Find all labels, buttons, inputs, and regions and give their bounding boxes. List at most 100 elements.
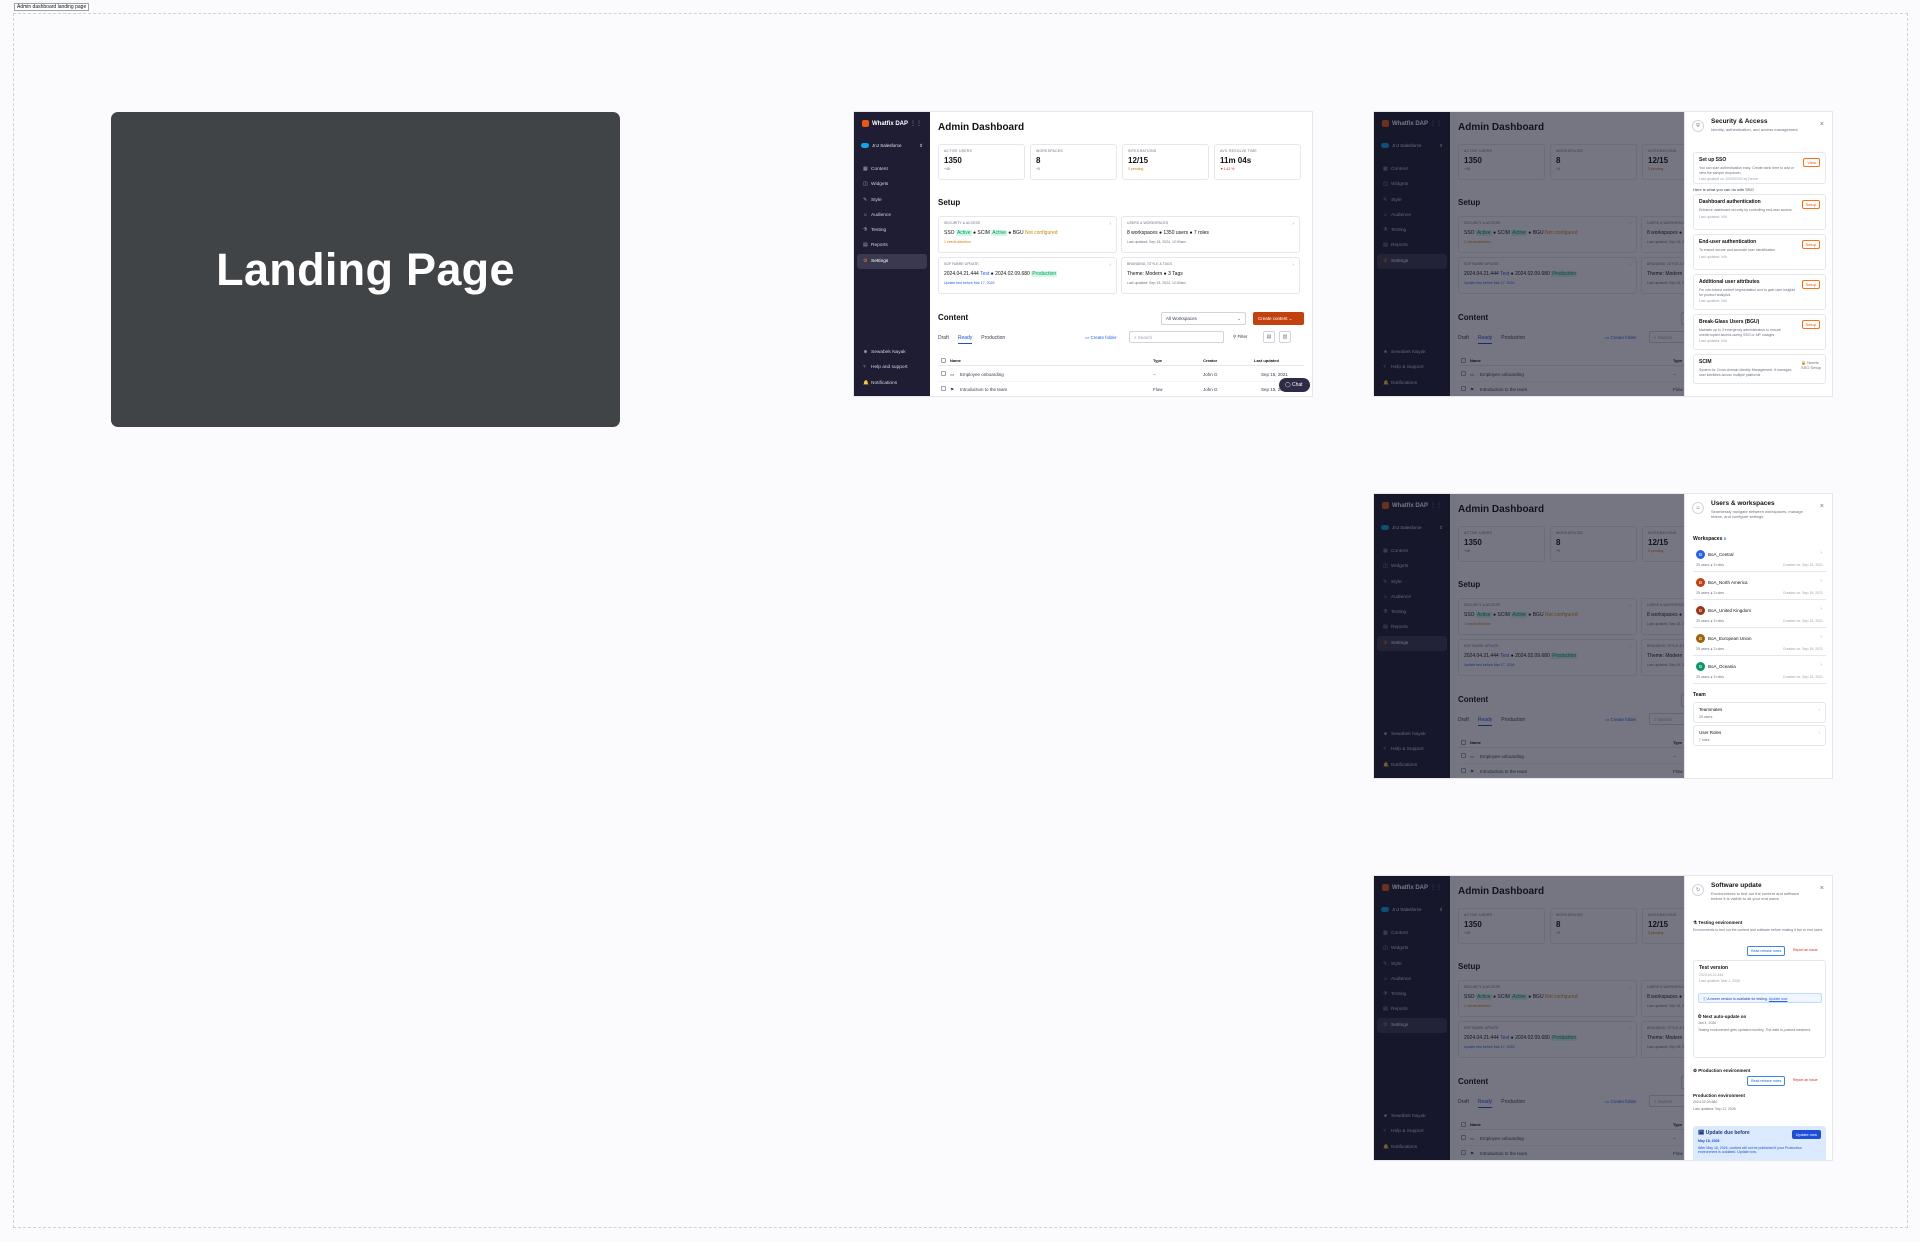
security-item[interactable]: Break-Glass Users (BGU) Maintain up to 3 …: [1693, 314, 1826, 350]
workspace-name: BoA_North America: [1708, 580, 1748, 585]
stat-card[interactable]: INTEGRATIONS 12/15 3 pending: [1122, 144, 1209, 180]
chevron-down-icon: ⌄: [1237, 316, 1241, 321]
sso-card[interactable]: Set up SSO You can start authentication e…: [1693, 152, 1826, 184]
team-item[interactable]: User Roles 7 roles ›: [1693, 725, 1826, 746]
setup-button[interactable]: Setup: [1801, 320, 1820, 329]
setup-card-users[interactable]: USERS & WORKSPACES › 8 workspaces ● 1350 u…: [1121, 216, 1300, 253]
chat-button[interactable]: ◯ Chat: [1279, 378, 1310, 392]
tab-ready[interactable]: Ready: [957, 335, 973, 344]
security-panel-screen: Whatfix DAP ⋮⋮ JnJ Salesforce⇕ ▦Content◫…: [1374, 112, 1832, 396]
tab-production[interactable]: Production: [981, 335, 1005, 344]
setup-button[interactable]: Setup: [1801, 280, 1820, 289]
org-switcher[interactable]: JnJ Salesforce ⇕: [861, 143, 923, 149]
table-header: Name Type Creator Last updated: [938, 355, 1304, 366]
report-issue-link[interactable]: Report an issue: [1793, 1078, 1818, 1082]
column-header[interactable]: Name: [950, 358, 961, 363]
workspace-select-value: All Workspaces: [1166, 316, 1197, 321]
workspace-item[interactable]: B BoA_North America › 25 users ● 3 roles Cre…: [1693, 574, 1826, 600]
view-toggle-icon[interactable]: ▤: [1263, 331, 1275, 343]
alert-desc: After May 18, 2026, content will not be …: [1698, 1146, 1802, 1154]
card-label: SOFTWARE UPDATE: [944, 262, 979, 266]
production-version-title: Production environment: [1693, 1093, 1746, 1098]
version: 2024.04.21.444: [944, 271, 979, 277]
sidebar-footer-item[interactable]: 🔔Notifications: [857, 376, 927, 391]
sidebar-item-widgets[interactable]: ◫Widgets: [857, 177, 927, 192]
landing-page-placeholder[interactable]: Landing Page: [111, 112, 620, 427]
card-label: BRANDING, STYLE & TAGS: [1127, 262, 1172, 266]
workspace-meta: 25 users ● 3 roles: [1696, 675, 1724, 679]
setup-button[interactable]: Setup: [1801, 200, 1820, 209]
overlay-scrim[interactable]: [1374, 494, 1684, 778]
columns-icon[interactable]: ▥: [1279, 331, 1291, 343]
stat-card[interactable]: AVG RESOLVE TIME 11m 04s ▼1.42 %: [1214, 144, 1301, 180]
stat-value: 11m 04s: [1220, 156, 1252, 165]
filter-button[interactable]: ⚲ Filter: [1229, 331, 1258, 343]
sidebar-item-content[interactable]: ▦Content: [857, 162, 927, 177]
lock-label: Needs SSO Setup: [1801, 360, 1822, 370]
item-desc: To ensure secure and accurate user ident…: [1699, 248, 1776, 252]
release-notes-button[interactable]: Read release notes: [1747, 1076, 1786, 1086]
close-icon[interactable]: ×: [1820, 121, 1824, 128]
sidebar-item-settings[interactable]: ⚙Settings: [857, 253, 927, 270]
search-input[interactable]: ⌕ Search: [1129, 331, 1224, 343]
workspace-avatar: B: [1696, 634, 1705, 643]
create-content-button[interactable]: Create content ⌄: [1253, 312, 1304, 325]
close-icon[interactable]: ×: [1820, 885, 1824, 892]
tab-draft[interactable]: Draft: [938, 335, 949, 344]
sidebar-item-reports[interactable]: ▤Reports: [857, 238, 927, 253]
sidebar-item-testing[interactable]: ⚗Testing: [857, 223, 927, 238]
chevron-right-icon: ›: [1109, 262, 1111, 268]
workspace-created: Created on: Sep 15, 2021: [1782, 647, 1823, 651]
column-header[interactable]: Last updated: [1254, 358, 1279, 363]
item-meta: Last updated: N/A: [1699, 339, 1728, 343]
setup-button[interactable]: Setup: [1801, 240, 1820, 249]
workspace-item[interactable]: B BoA_United Kingdom › 25 users ● 3 roles Cr…: [1693, 602, 1826, 628]
app-grid-icon[interactable]: ⋮⋮: [910, 120, 922, 127]
workspace-item[interactable]: B BoA_Central › 25 users ● 3 roles Created o…: [1693, 546, 1826, 572]
brand-logo[interactable]: Whatfix DAP: [862, 120, 908, 127]
release-notes-button[interactable]: Read release notes: [1747, 946, 1786, 956]
view-button[interactable]: View: [1803, 158, 1820, 167]
setup-card-software[interactable]: SOFTWARE UPDATE›2024.04.21.444 Test ● 20…: [938, 257, 1117, 294]
overlay-scrim[interactable]: [1374, 876, 1684, 1160]
sidebar-footer-item[interactable]: ☻Sewabek Nayak: [857, 345, 927, 360]
team-item[interactable]: Teammates 25 users ›: [1693, 702, 1826, 723]
workspace-select[interactable]: All Workspaces ⌄: [1161, 312, 1246, 325]
chevron-right-icon: ›: [1292, 262, 1294, 268]
setup-card-security[interactable]: SECURITY & ACCESS›SSO Active ● SCIM Acti…: [938, 216, 1117, 253]
column-header[interactable]: Creator: [1203, 358, 1217, 363]
create-folder-button[interactable]: ▭ Create folder: [1085, 335, 1117, 341]
refresh-icon: ↻: [1692, 884, 1704, 896]
landing-page-title: Landing Page: [216, 243, 515, 295]
report-issue-link[interactable]: Report an issue: [1793, 948, 1818, 952]
workspace-avatar: B: [1696, 550, 1705, 559]
stat-card[interactable]: WORKSPACES 8 +5: [1030, 144, 1117, 180]
row-checkbox[interactable]: [941, 386, 946, 391]
close-icon[interactable]: ×: [1820, 503, 1824, 510]
update-now-link[interactable]: Update now: [1769, 997, 1788, 1001]
sidebar-item-audience[interactable]: ☺Audience: [857, 208, 927, 223]
security-item[interactable]: Dashboard authentication Enhance dashboar…: [1693, 194, 1826, 230]
sidebar-footer-item[interactable]: ? Help and support: [857, 360, 927, 375]
status-badge: Not configured: [1024, 230, 1058, 236]
setup-card-branding[interactable]: BRANDING, STYLE & TAGS › Theme: Modern ● 3…: [1121, 257, 1300, 294]
table-row[interactable]: ▭ Employee onboarding -- John G Sep 15, 2021: [938, 368, 1304, 382]
scim-card[interactable]: SCIM System for Cross-domain Identity Man…: [1693, 354, 1826, 384]
card-meta[interactable]: Update test before Mar 17, 2026: [944, 281, 1111, 285]
column-header[interactable]: Type: [1153, 358, 1162, 363]
workspace-item[interactable]: B BoA_Oceania › 25 users ● 3 roles Created o…: [1693, 658, 1826, 684]
workspace-meta: 25 users ● 3 roles: [1696, 647, 1724, 651]
select-all-checkbox[interactable]: [941, 358, 946, 363]
update-now-button[interactable]: Update now: [1791, 1130, 1821, 1139]
security-item[interactable]: End-user authentication To ensure secure …: [1693, 234, 1826, 270]
test-version-meta: Last updated: Mar 1, 2026: [1699, 979, 1740, 983]
row-checkbox[interactable]: [941, 371, 946, 376]
row-updated: Sep 15, 2021: [1261, 372, 1288, 377]
workspace-item[interactable]: B BoA_European Union › 25 users ● 3 roles Cr…: [1693, 630, 1826, 656]
stat-card[interactable]: ACTIVE USERS 1350 +48: [938, 144, 1025, 180]
security-item[interactable]: Additional user attributes For role-based…: [1693, 274, 1826, 310]
sidebar-item-style[interactable]: ✎Style: [857, 193, 927, 208]
table-row[interactable]: ⚑Introduction to the teamFlowJohn GSep 1…: [938, 383, 1304, 396]
overlay-scrim[interactable]: [1374, 112, 1684, 396]
users-icon: ☺: [1692, 502, 1704, 514]
